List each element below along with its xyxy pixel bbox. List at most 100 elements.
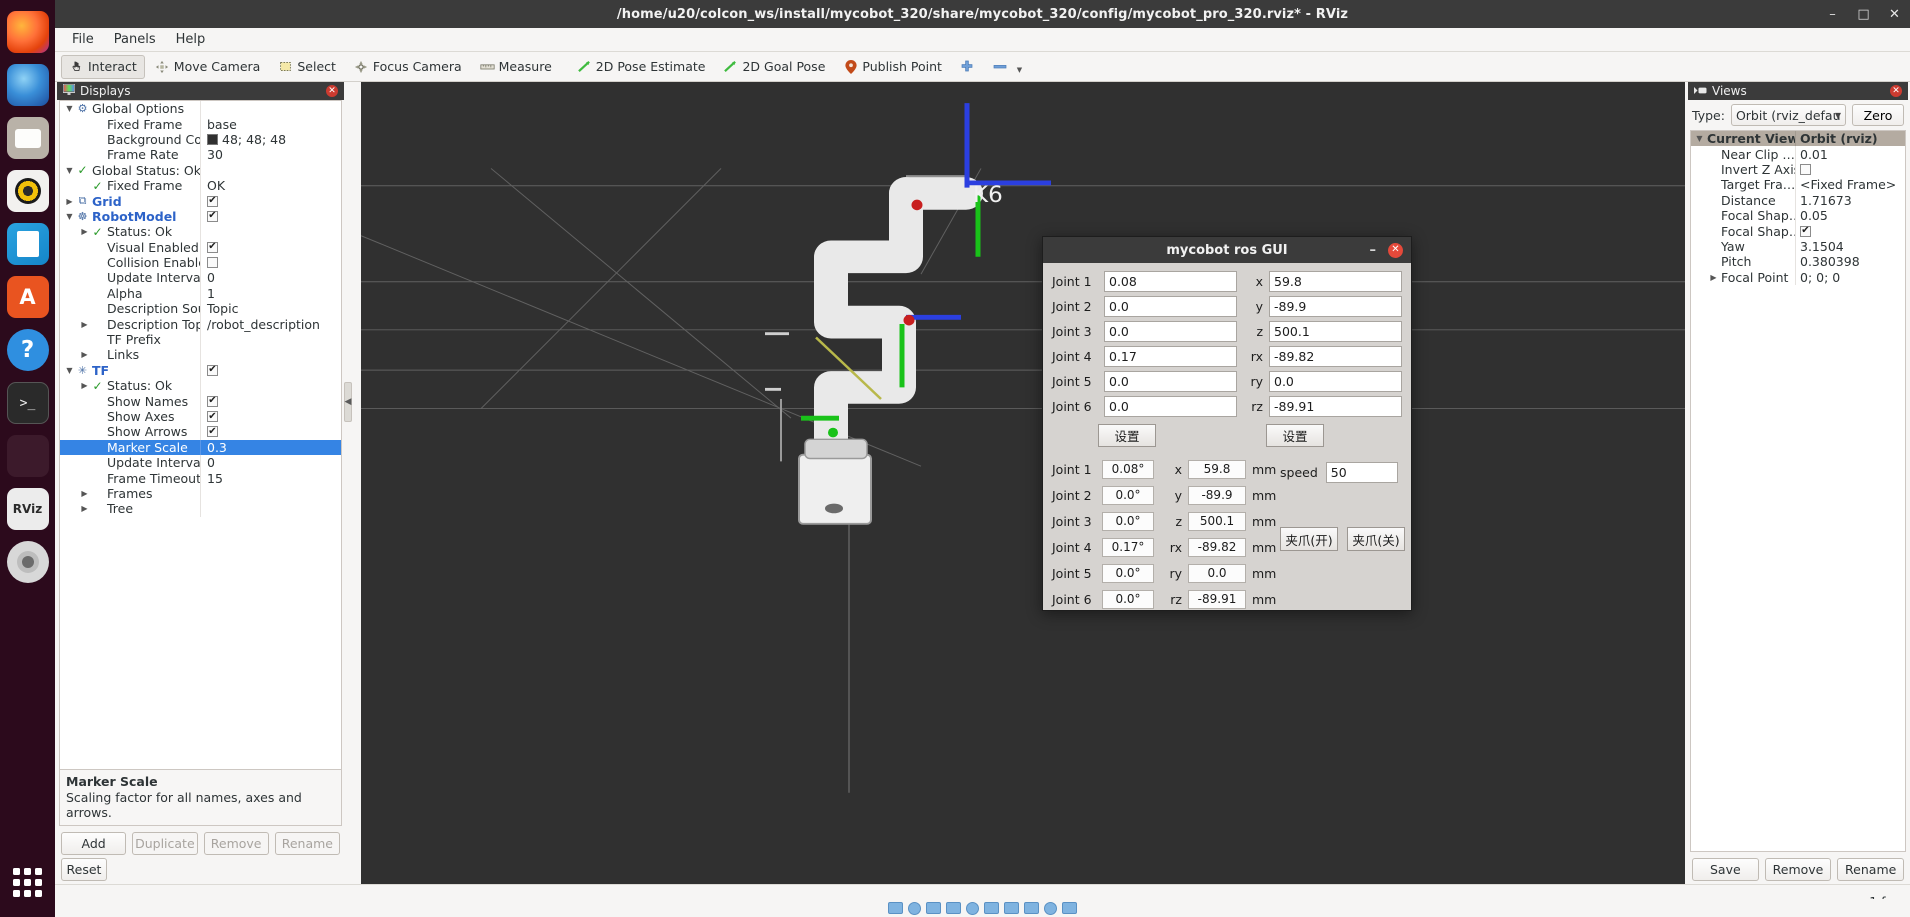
view-row-value[interactable]: 3.1504 [1795,239,1905,254]
help-icon[interactable] [7,329,49,371]
view-row-near-clip[interactable]: Near Clip …0.01 [1691,146,1905,161]
joint-2-input[interactable]: 0.0 [1104,296,1237,317]
display-row-status-ok[interactable]: ✓Status: Ok [60,224,341,239]
display-row-value[interactable]: 30 [200,147,341,162]
taskbar-icon[interactable] [1044,902,1057,915]
display-row-value[interactable]: base [200,116,341,131]
display-row-value[interactable]: ✔ [200,209,341,224]
dialog-close-button[interactable]: ✕ [1388,243,1403,258]
display-row-marker-scale[interactable]: Marker Scale0.3 [60,440,341,455]
rename-view-button[interactable]: Rename [1837,858,1904,881]
display-row-value[interactable] [200,332,341,347]
display-row-frame-timeout[interactable]: Frame Timeout15 [60,470,341,485]
tree-open-arrow-icon[interactable] [64,366,75,375]
taskbar-icon[interactable] [984,902,999,914]
display-row-value[interactable] [200,101,341,116]
display-row-value[interactable]: OK [200,178,341,193]
display-row-value[interactable] [200,255,341,270]
view-row-target-fra[interactable]: Target Fra…<Fixed Frame> [1691,177,1905,192]
display-row-value[interactable]: ✔ [200,240,341,255]
display-row-description-sou[interactable]: Description Sou…Topic [60,301,341,316]
tree-closed-arrow-icon[interactable] [79,350,90,359]
close-button[interactable]: ✕ [1887,7,1902,22]
display-row-value[interactable] [200,378,341,393]
display-row-value[interactable] [200,347,341,362]
render-view-3d[interactable]: K6 [361,82,1685,884]
taskbar-icon[interactable] [888,902,903,914]
view-row-yaw[interactable]: Yaw3.1504 [1691,239,1905,254]
views-tree[interactable]: Current ViewOrbit (rviz)Near Clip …0.01I… [1690,130,1906,852]
tool-remove[interactable]: ▼ [985,55,1035,79]
display-row-alpha[interactable]: Alpha1 [60,286,341,301]
checkbox-checked[interactable]: ✔ [207,411,218,422]
display-row-value[interactable]: Topic [200,301,341,316]
tool-2d-goal-pose[interactable]: 2D Goal Pose [715,55,833,79]
view-row-value[interactable] [1795,162,1905,177]
taskbar-icon[interactable] [1062,902,1077,914]
speed-input[interactable]: 50 [1326,462,1398,483]
joint-1-input[interactable]: 0.08 [1104,271,1237,292]
display-row-collision-enabled[interactable]: Collision Enabled [60,255,341,270]
display-row-tf-prefix[interactable]: TF Prefix [60,332,341,347]
set-joints-button[interactable]: 设置 [1098,424,1156,447]
display-row-value[interactable]: 1 [200,286,341,301]
coord-y-input[interactable]: -89.9 [1269,296,1402,317]
tree-open-arrow-icon[interactable] [64,104,75,113]
checkbox-checked[interactable]: ✔ [207,242,218,253]
display-row-value[interactable]: 0.3 [200,440,341,455]
tool-publish-point[interactable]: Publish Point [835,55,950,79]
view-row-value[interactable]: <Fixed Frame> [1795,177,1905,192]
remove-view-button[interactable]: Remove [1765,858,1832,881]
display-row-frames[interactable]: Frames [60,486,341,501]
view-row-value[interactable]: 0.380398 [1795,254,1905,269]
display-row-show-names[interactable]: Show Names✔ [60,393,341,408]
display-row-value[interactable] [200,486,341,501]
display-row-value[interactable] [200,501,341,516]
dark-app-icon[interactable] [7,435,49,477]
display-row-value[interactable] [200,224,341,239]
tool-focus-camera[interactable]: Focus Camera [346,55,470,79]
view-row-value[interactable]: Orbit (rviz) [1795,131,1905,146]
view-row-value[interactable]: 0; 0; 0 [1795,270,1905,285]
dialog-minimize-button[interactable]: – [1370,243,1377,258]
gripper-open-button[interactable]: 夹爪(开) [1280,527,1338,551]
tree-open-arrow-icon[interactable] [1694,134,1705,143]
display-row-value[interactable]: ✔ [200,193,341,208]
add-button[interactable]: Add [61,832,126,855]
joint-5-input[interactable]: 0.0 [1104,371,1237,392]
menu-file[interactable]: File [63,29,103,50]
tree-closed-arrow-icon[interactable] [1708,273,1719,282]
view-row-focal-shap[interactable]: Focal Shap…✔ [1691,223,1905,238]
taskbar-icon[interactable] [946,902,961,914]
display-row-update-interval[interactable]: Update Interval0 [60,270,341,285]
display-row-fixed-frame[interactable]: Fixed Framebase [60,116,341,131]
menu-help[interactable]: Help [167,29,215,50]
view-row-current-view[interactable]: Current ViewOrbit (rviz) [1691,131,1905,146]
joint-3-input[interactable]: 0.0 [1104,321,1237,342]
checkbox-checked[interactable]: ✔ [207,196,218,207]
checkbox-checked[interactable]: ✔ [1800,226,1811,237]
tree-closed-arrow-icon[interactable] [79,489,90,498]
display-row-robotmodel[interactable]: ☸RobotModel✔ [60,209,341,224]
tool-select[interactable]: Select [270,55,344,79]
checkbox-checked[interactable]: ✔ [207,426,218,437]
tool-interact[interactable]: Interact [61,55,145,79]
display-row-value[interactable]: ✔ [200,393,341,408]
view-row-invert-z-axis[interactable]: Invert Z Axis [1691,162,1905,177]
toolbar-overflow-icon[interactable]: ▼ [1012,63,1027,78]
show-applications-icon[interactable] [7,861,49,903]
mycobot-ros-gui-dialog[interactable]: mycobot ros GUI – ✕ Joint 10.08x59.8Join… [1042,236,1412,611]
taskbar-icon[interactable] [1004,902,1019,914]
checkbox-unchecked[interactable] [1800,164,1811,175]
tree-closed-arrow-icon[interactable] [79,320,90,329]
coord-rx-input[interactable]: -89.82 [1269,346,1402,367]
display-row-show-axes[interactable]: Show Axes✔ [60,409,341,424]
display-row-status-ok[interactable]: ✓Status: Ok [60,378,341,393]
gripper-close-button[interactable]: 夹爪(关) [1347,527,1405,551]
view-row-value[interactable]: 1.71673 [1795,193,1905,208]
view-row-value[interactable]: 0.05 [1795,208,1905,223]
rviz-icon[interactable]: RViz [7,488,49,530]
display-row-value[interactable] [200,163,341,178]
view-row-value[interactable]: 0.01 [1795,146,1905,161]
display-row-grid[interactable]: ⧉Grid✔ [60,193,341,208]
